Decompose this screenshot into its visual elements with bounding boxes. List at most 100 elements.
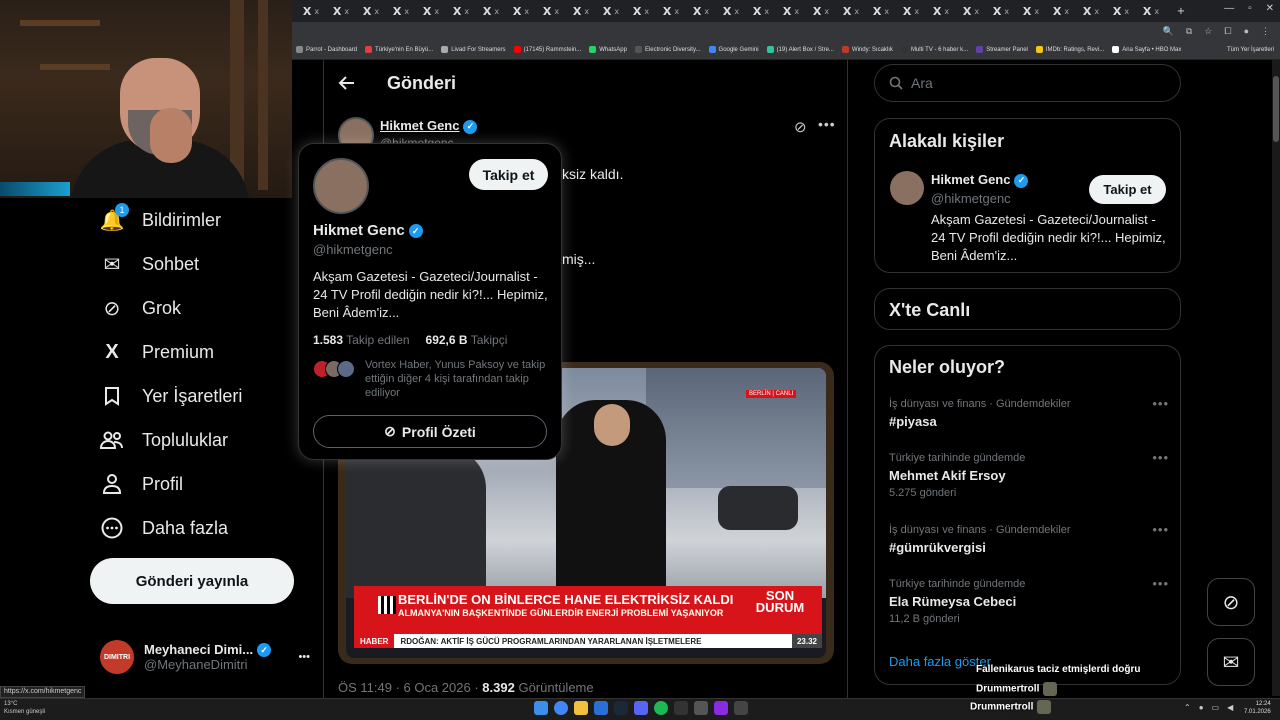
zoom-icon[interactable]: 🔍: [1163, 26, 1174, 37]
nav-communities[interactable]: Topluluklar: [100, 428, 228, 452]
obs-icon[interactable]: [714, 701, 728, 715]
bookmark-item[interactable]: Ana Sayfa • HBO Max: [1112, 46, 1181, 53]
trend-more-icon[interactable]: •••: [1152, 576, 1169, 591]
browser-tab[interactable]: Xx: [686, 2, 716, 20]
tab-close-icon[interactable]: x: [644, 7, 649, 16]
tab-close-icon[interactable]: x: [1064, 7, 1069, 16]
profile-summary-button[interactable]: ⊘ Profil Özeti: [313, 415, 547, 448]
browser-tab[interactable]: Xx: [296, 2, 326, 20]
close-window-button[interactable]: ✕: [1266, 3, 1274, 14]
tab-close-icon[interactable]: x: [884, 7, 889, 16]
epic-icon[interactable]: [674, 701, 688, 715]
search-input[interactable]: Ara: [911, 75, 933, 91]
browser-tab[interactable]: Xx: [656, 2, 686, 20]
browser-tab[interactable]: Xx: [806, 2, 836, 20]
steam-icon[interactable]: [614, 701, 628, 715]
browser-tab[interactable]: Xx: [986, 2, 1016, 20]
author-name[interactable]: Hikmet Genc: [380, 118, 459, 133]
browser-tab[interactable]: Xx: [1076, 2, 1106, 20]
tab-close-icon[interactable]: x: [734, 7, 739, 16]
browser-tab[interactable]: Xx: [446, 2, 476, 20]
relevant-handle[interactable]: @hikmetgenc: [931, 191, 1011, 206]
tab-close-icon[interactable]: x: [524, 7, 529, 16]
all-bookmarks-button[interactable]: Tüm Yer İşaretleri: [1227, 47, 1280, 53]
browser-tab[interactable]: Xx: [536, 2, 566, 20]
browser-tab[interactable]: Xx: [476, 2, 506, 20]
tab-close-icon[interactable]: x: [854, 7, 859, 16]
hovercard-avatar[interactable]: [313, 158, 369, 214]
weather-widget[interactable]: 13°C Kısmen güneşli: [4, 700, 45, 716]
grok-icon[interactable]: ⊘: [794, 118, 807, 136]
app-icon[interactable]: [734, 701, 748, 715]
browser-tab[interactable]: Xx: [1046, 2, 1076, 20]
nav-chat[interactable]: ✉ Sohbet: [100, 252, 199, 276]
new-tab-button[interactable]: +: [1166, 2, 1196, 20]
messages-fab[interactable]: ✉: [1207, 638, 1255, 686]
hovercard-name[interactable]: Hikmet Genc: [313, 222, 405, 239]
tab-close-icon[interactable]: x: [374, 7, 379, 16]
bookmark-item[interactable]: Electronic Diversity...: [634, 46, 701, 53]
edge-icon[interactable]: [594, 701, 608, 715]
account-switcher[interactable]: DIMITRI Meyhaneci Dimi... ✓ @MeyhaneDimit…: [100, 636, 310, 678]
menu-icon[interactable]: ⋮: [1261, 26, 1270, 37]
author-name-row[interactable]: Hikmet Genc ✓: [380, 118, 478, 134]
trend-item[interactable]: İş dünyası ve finans · Gündemdekiler #gü…: [889, 522, 1169, 555]
browser-tab[interactable]: Xx: [776, 2, 806, 20]
tab-close-icon[interactable]: x: [794, 7, 799, 16]
scrollbar-track[interactable]: [1272, 60, 1280, 696]
browser-tab[interactable]: Xx: [596, 2, 626, 20]
tab-close-icon[interactable]: x: [764, 7, 769, 16]
account-more-icon[interactable]: •••: [298, 651, 310, 663]
following-stat[interactable]: 1.583 Takip edilen: [313, 333, 410, 347]
tab-close-icon[interactable]: x: [314, 7, 319, 16]
follow-button[interactable]: Takip et: [469, 159, 548, 190]
follow-button[interactable]: Takip et: [1089, 175, 1166, 204]
profile-icon[interactable]: ●: [1244, 26, 1249, 36]
spotify-icon[interactable]: [654, 701, 668, 715]
search-box[interactable]: Ara: [874, 64, 1181, 102]
browser-tab[interactable]: Xx: [896, 2, 926, 20]
bookmark-item[interactable]: Livad For Streamers: [441, 46, 506, 53]
tab-close-icon[interactable]: x: [824, 7, 829, 16]
nav-premium[interactable]: X Premium: [100, 340, 214, 364]
browser-tab[interactable]: Xx: [566, 2, 596, 20]
bookmark-item[interactable]: WhatsApp: [589, 46, 627, 53]
tab-close-icon[interactable]: x: [914, 7, 919, 16]
extensions-icon[interactable]: ⧠: [1224, 26, 1231, 37]
tray-chevron-icon[interactable]: ⌃: [1184, 703, 1191, 712]
tab-close-icon[interactable]: x: [464, 7, 469, 16]
browser-tab[interactable]: Xx: [1016, 2, 1046, 20]
file-explorer-icon[interactable]: [574, 701, 588, 715]
start-icon[interactable]: [534, 701, 548, 715]
bookmark-item[interactable]: IMDb: Ratings, Revi...: [1035, 46, 1104, 53]
scrollbar-thumb[interactable]: [1273, 76, 1279, 142]
bookmark-item[interactable]: Google Gemini: [708, 46, 759, 53]
nav-profile[interactable]: Profil: [100, 472, 183, 496]
browser-tab[interactable]: Xx: [506, 2, 536, 20]
browser-tab[interactable]: Xx: [836, 2, 866, 20]
volume-icon[interactable]: ◀: [1227, 703, 1233, 712]
trend-item[interactable]: İş dünyası ve finans · Gündemdekiler #pi…: [889, 396, 1169, 429]
tab-close-icon[interactable]: x: [1124, 7, 1129, 16]
mic-icon[interactable]: ●: [1199, 703, 1204, 712]
browser-tab[interactable]: Xx: [326, 2, 356, 20]
bookmark-item[interactable]: (17145) Rammstein...: [513, 46, 581, 53]
tab-close-icon[interactable]: x: [434, 7, 439, 16]
tab-close-icon[interactable]: x: [1094, 7, 1099, 16]
tab-close-icon[interactable]: x: [554, 7, 559, 16]
bookmark-item[interactable]: (19) Alert Box / Stre...: [766, 46, 834, 53]
trend-item[interactable]: Türkiye tarihinde gündemde Mehmet Akif E…: [889, 450, 1169, 499]
cast-icon[interactable]: ⧉: [1186, 26, 1192, 37]
grok-fab[interactable]: ⊘: [1207, 578, 1255, 626]
trend-more-icon[interactable]: •••: [1152, 522, 1169, 537]
tab-close-icon[interactable]: x: [494, 7, 499, 16]
chrome-icon[interactable]: [554, 701, 568, 715]
nav-notifications[interactable]: 🔔 1 Bildirimler: [100, 203, 221, 232]
browser-tab[interactable]: Xx: [416, 2, 446, 20]
hovercard-name-row[interactable]: Hikmet Genc ✓: [313, 222, 423, 239]
network-icon[interactable]: ▭: [1212, 703, 1220, 712]
browser-tab[interactable]: Xx: [746, 2, 776, 20]
browser-tab[interactable]: Xx: [1106, 2, 1136, 20]
relevant-name-row[interactable]: Hikmet Genc ✓: [931, 172, 1029, 188]
trend-item[interactable]: Türkiye tarihinde gündemde Ela Rümeysa C…: [889, 576, 1169, 625]
